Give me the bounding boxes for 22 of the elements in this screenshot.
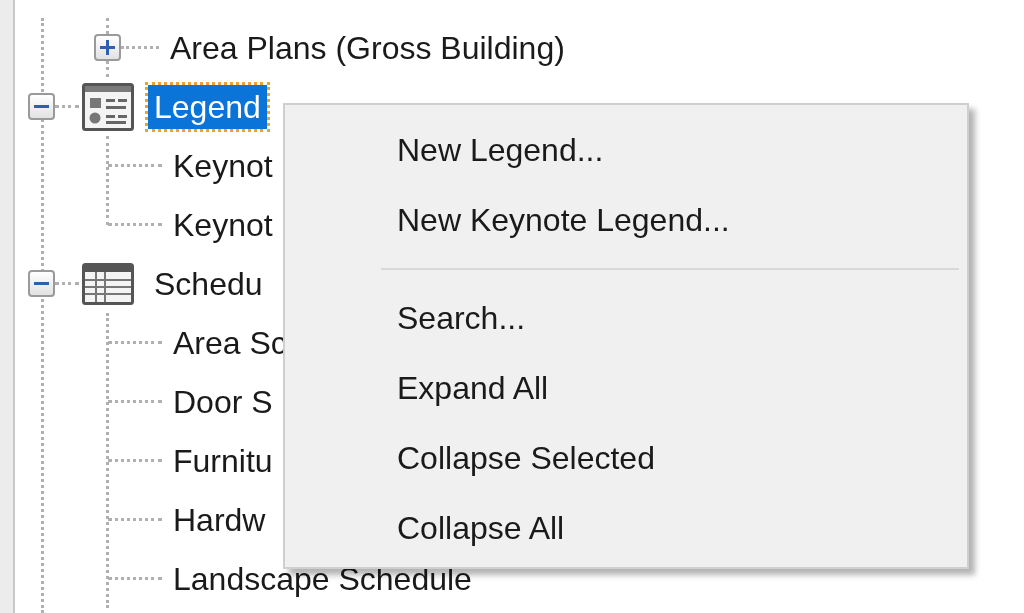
collapse-toggle[interactable] [28, 93, 55, 120]
expand-toggle[interactable] [94, 34, 121, 61]
tree-item[interactable]: Area Plans (Gross Building) [164, 25, 571, 70]
tree-item[interactable]: Keynot [167, 202, 279, 247]
tree-item[interactable]: Schedu [148, 261, 269, 306]
menu-item[interactable]: Collapse All [285, 493, 967, 563]
menu-item[interactable]: Search... [285, 283, 967, 353]
minus-icon [34, 282, 49, 285]
menu-item[interactable]: New Keynote Legend... [285, 185, 967, 255]
tree-item[interactable]: Furnitu [167, 438, 279, 483]
menu-item[interactable]: Collapse Selected [285, 423, 967, 493]
tree-item[interactable]: Hardw [167, 497, 272, 542]
collapse-toggle[interactable] [28, 270, 55, 297]
schedule-icon [82, 262, 134, 305]
menu-item[interactable]: Expand All [285, 353, 967, 423]
plus-icon [100, 40, 115, 55]
legend-icon [82, 82, 134, 131]
tree-item[interactable]: Keynot [167, 143, 279, 188]
menu-item[interactable]: New Legend... [285, 115, 967, 185]
minus-icon [34, 105, 49, 108]
tree-item[interactable]: Door S [167, 379, 279, 424]
tree-item[interactable]: Legend [148, 84, 267, 129]
